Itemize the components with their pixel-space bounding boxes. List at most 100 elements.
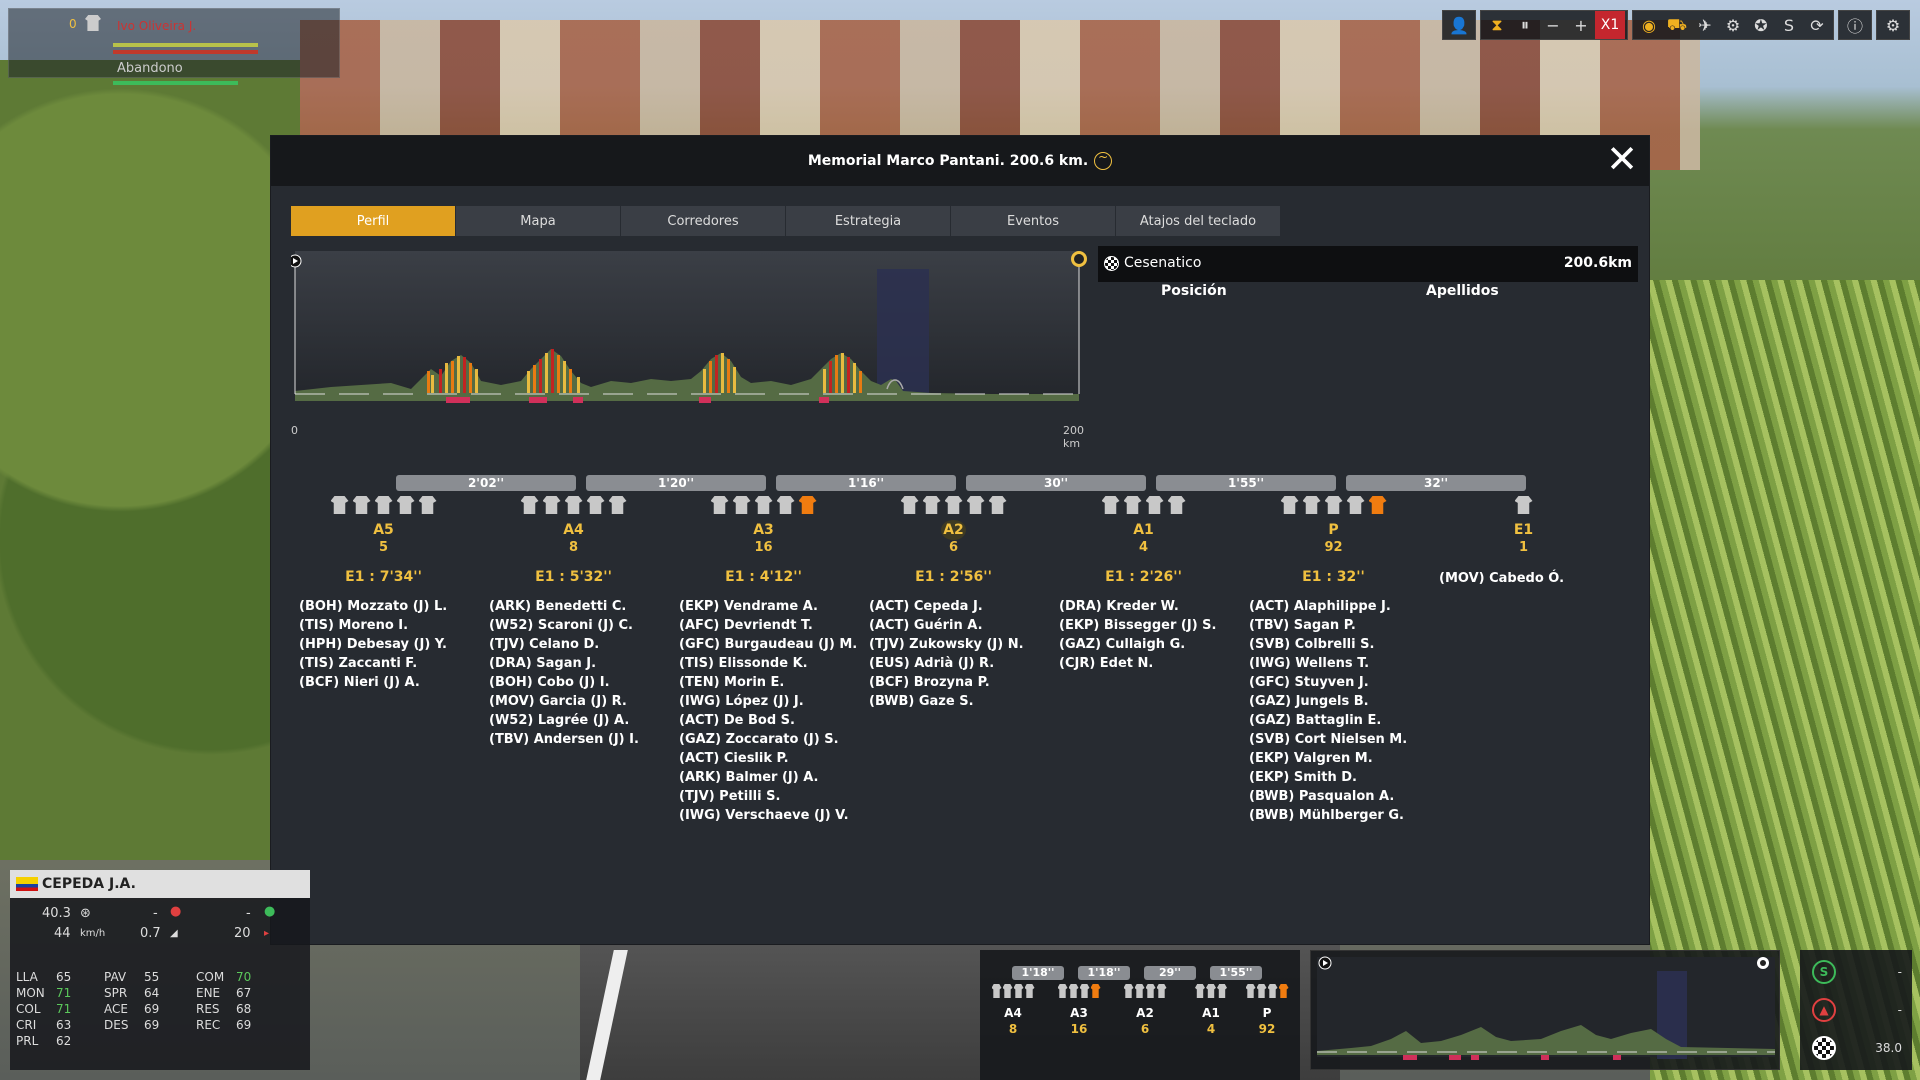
jersey-icon bbox=[85, 15, 101, 31]
plus-icon[interactable]: + bbox=[1567, 11, 1595, 39]
mini-group[interactable]: A2 6 bbox=[1120, 984, 1170, 1036]
sprint-icon[interactable]: S bbox=[1775, 11, 1803, 39]
column-header-surname[interactable]: Apellidos bbox=[1426, 283, 1499, 299]
plane-icon[interactable]: ✈ bbox=[1691, 11, 1719, 39]
rider-entry[interactable]: (GAZ) Jungels B. bbox=[1249, 692, 1426, 711]
rider-entry[interactable]: (EUS) Adrià (J) R. bbox=[869, 654, 1046, 673]
attr-value: 71 bbox=[56, 1002, 72, 1016]
rider-entry[interactable]: (SVB) Cort Nielsen M. bbox=[1249, 730, 1426, 749]
rider-entry[interactable]: (DRA) Kreder W. bbox=[1059, 597, 1236, 616]
rider-entry[interactable]: (ACT) Cieslik P. bbox=[679, 749, 856, 768]
rider-entry[interactable]: (EKP) Vendrame A. bbox=[679, 597, 856, 616]
mini-group[interactable]: P 92 bbox=[1242, 984, 1292, 1036]
stage-profile[interactable]: 0 200 km bbox=[291, 251, 1091, 450]
rider-entry[interactable]: (HPH) Debesay (J) Y. bbox=[299, 635, 476, 654]
gear-icon[interactable]: ⚙ bbox=[1879, 11, 1907, 39]
rider-card[interactable]: CEPEDA J.A. 40.3 ⊛ - ● - ● 44 km/h 0.7 ◢… bbox=[10, 870, 310, 1070]
group-peloton[interactable]: P 92 E1 : 32'' (ACT) Alaphilippe J. (TBV… bbox=[1241, 496, 1426, 825]
rider-entry[interactable]: (TJV) Celano D. bbox=[489, 635, 666, 654]
climb-objective[interactable]: ▲ - bbox=[1812, 996, 1902, 1024]
rider-entry[interactable]: (TIS) Moreno I. bbox=[299, 616, 476, 635]
rider-entry[interactable]: (ACT) Alaphilippe J. bbox=[1249, 597, 1426, 616]
rider-entry[interactable]: (SVB) Colbrelli S. bbox=[1249, 635, 1426, 654]
rider-entry[interactable]: (IWG) Wellens T. bbox=[1249, 654, 1426, 673]
jersey-icon bbox=[1068, 984, 1079, 998]
rider-entry[interactable]: (BCF) Nieri (J) A. bbox=[299, 673, 476, 692]
group-a5[interactable]: A5 5 E1 : 7'34'' (BOH) Mozzato (J) L. (T… bbox=[291, 496, 476, 692]
rider-entry[interactable]: (ARK) Benedetti C. bbox=[489, 597, 666, 616]
wheel-icon[interactable]: ✪ bbox=[1747, 11, 1775, 39]
refresh-icon[interactable]: ⟳ bbox=[1803, 11, 1831, 39]
tab-perfil[interactable]: Perfil bbox=[291, 206, 456, 236]
rider-entry[interactable]: (ACT) Cepeda J. bbox=[869, 597, 1046, 616]
mini-group[interactable]: A4 8 bbox=[988, 984, 1038, 1036]
group-a4[interactable]: A4 8 E1 : 5'32'' (ARK) Benedetti C. (W52… bbox=[481, 496, 666, 749]
group-e1[interactable]: E1 1 (MOV) Cabedo Ó. bbox=[1431, 496, 1616, 588]
rider-entry[interactable]: (BOH) Mozzato (J) L. bbox=[299, 597, 476, 616]
rider-entry[interactable]: (TEN) Morin E. bbox=[679, 673, 856, 692]
attr-value: 70 bbox=[236, 970, 252, 984]
rider-entry[interactable]: (BOH) Cobo (J) I. bbox=[489, 673, 666, 692]
column-header-position[interactable]: Posición bbox=[1161, 283, 1227, 299]
rider-entry[interactable]: (ARK) Balmer (J) A. bbox=[679, 768, 856, 787]
jersey-icon bbox=[1217, 984, 1227, 998]
mini-gap: 1'18'' bbox=[1078, 966, 1130, 980]
info-icon[interactable]: ⓘ bbox=[1841, 11, 1869, 39]
group-a3[interactable]: A3 16 E1 : 4'12'' (EKP) Vendrame A. (AFC… bbox=[671, 496, 857, 825]
rider-entry[interactable]: (BWB) Gaze S. bbox=[869, 692, 1046, 711]
rider-entry[interactable]: (TIS) Elissonde K. bbox=[679, 654, 856, 673]
rider-entry[interactable]: (TBV) Sagan P. bbox=[1249, 616, 1426, 635]
finish-objective[interactable]: 38.0 bbox=[1812, 1034, 1902, 1062]
jersey-icon bbox=[1302, 496, 1321, 514]
rider-entry[interactable]: (W52) Lagrée (J) A. bbox=[489, 711, 666, 730]
rider-entry[interactable]: (EKP) Bissegger (J) S. bbox=[1059, 616, 1236, 635]
tab-atajos[interactable]: Atajos del teclado bbox=[1116, 206, 1281, 236]
rider-entry[interactable]: (DRA) Sagan J. bbox=[489, 654, 666, 673]
rider-entry[interactable]: (TJV) Zukowsky (J) N. bbox=[869, 635, 1046, 654]
rider-entry[interactable]: (ACT) Guérin A. bbox=[869, 616, 1046, 635]
group-a2[interactable]: A2 6 E1 : 2'56'' (ACT) Cepeda J. (ACT) G… bbox=[861, 496, 1046, 711]
mini-group[interactable]: A1 4 bbox=[1186, 984, 1236, 1036]
rider-entry[interactable]: (AFC) Devriendt T. bbox=[679, 616, 856, 635]
sprint-objective-value: - bbox=[1897, 965, 1902, 979]
eye-icon[interactable]: ◉ bbox=[1635, 11, 1663, 39]
rider-entry[interactable]: (IWG) Verschaeve (J) V. bbox=[679, 806, 856, 825]
rider-entry[interactable]: (TJV) Petilli S. bbox=[679, 787, 856, 806]
rider-entry[interactable]: (MOV) Garcia (J) R. bbox=[489, 692, 666, 711]
rider-entry[interactable]: (GAZ) Cullaigh G. bbox=[1059, 635, 1236, 654]
tab-estrategia[interactable]: Estrategia bbox=[786, 206, 951, 236]
group-a1[interactable]: A1 4 E1 : 2'26'' (DRA) Kreder W. (EKP) B… bbox=[1051, 496, 1236, 673]
rider-entry[interactable]: (CJR) Edet N. bbox=[1059, 654, 1236, 673]
mini-group[interactable]: A3 16 bbox=[1054, 984, 1104, 1036]
tab-corredores[interactable]: Corredores bbox=[621, 206, 786, 236]
rider-entry[interactable]: (EKP) Smith D. bbox=[1249, 768, 1426, 787]
speed-multiplier-button[interactable]: X1 bbox=[1595, 11, 1625, 39]
sprint-objective[interactable]: S - bbox=[1812, 958, 1902, 986]
rider-entry[interactable]: (BWB) Mühlberger G. bbox=[1249, 806, 1426, 825]
rider-entry[interactable]: (MOV) Cabedo Ó. bbox=[1439, 569, 1616, 588]
rider-entry[interactable]: (BCF) Brozyna P. bbox=[869, 673, 1046, 692]
rider-entry[interactable]: (ACT) De Bod S. bbox=[679, 711, 856, 730]
tab-eventos[interactable]: Eventos bbox=[951, 206, 1116, 236]
user-icon[interactable]: 👤 bbox=[1445, 11, 1473, 39]
pause-icon[interactable]: ⏸ bbox=[1511, 11, 1539, 39]
helicopter-icon[interactable]: ⚙ bbox=[1719, 11, 1747, 39]
rider-entry[interactable]: (GAZ) Zoccarato (J) S. bbox=[679, 730, 856, 749]
rider-entry[interactable]: (TIS) Zaccanti F. bbox=[299, 654, 476, 673]
mini-groups-panel[interactable]: 1'18'' 1'18'' 29'' 1'55'' A4 8 A3 16 A2 … bbox=[980, 950, 1300, 1080]
followed-rider-status[interactable]: 0 Ivo Oliveira J. Abandono bbox=[8, 8, 340, 85]
rider-entry[interactable]: (IWG) López (J) J. bbox=[679, 692, 856, 711]
rider-entry[interactable]: (BWB) Pasqualon A. bbox=[1249, 787, 1426, 806]
rider-entry[interactable]: (GAZ) Battaglin E. bbox=[1249, 711, 1426, 730]
motorbike-icon[interactable]: ⛟ bbox=[1663, 11, 1691, 39]
rider-entry[interactable]: (EKP) Valgren M. bbox=[1249, 749, 1426, 768]
tab-mapa[interactable]: Mapa bbox=[456, 206, 621, 236]
rider-entry[interactable]: (GFC) Burgaudeau (J) M. bbox=[679, 635, 857, 654]
rider-entry[interactable]: (GFC) Stuyven J. bbox=[1249, 673, 1426, 692]
minus-icon[interactable]: − bbox=[1539, 11, 1567, 39]
rider-entry[interactable]: (W52) Scaroni (J) C. bbox=[489, 616, 666, 635]
rider-entry[interactable]: (TBV) Andersen (J) I. bbox=[489, 730, 666, 749]
hourglass-icon[interactable]: ⧗ bbox=[1483, 11, 1511, 39]
close-button[interactable]: ✕ bbox=[1605, 140, 1639, 178]
mini-stage-profile[interactable] bbox=[1310, 950, 1780, 1070]
